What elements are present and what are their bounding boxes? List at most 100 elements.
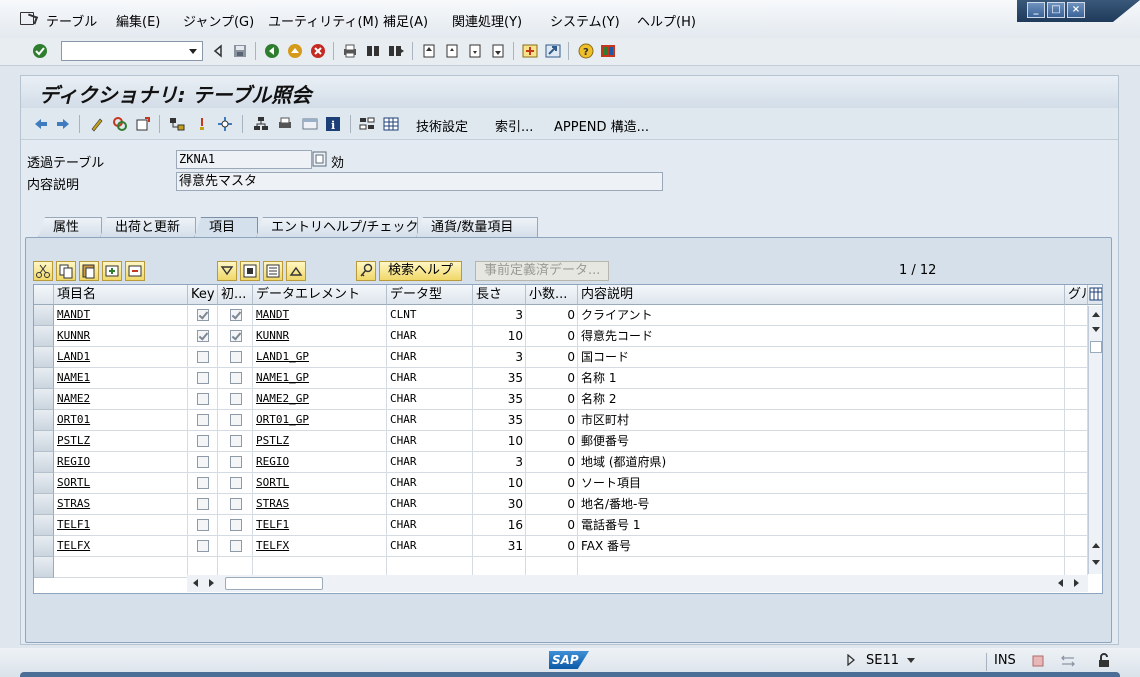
description-field[interactable]: 得意先マスタ bbox=[176, 172, 663, 191]
table-row[interactable]: TELF1 TELF1 CHAR 16 0 電話番号 1 bbox=[34, 515, 1088, 536]
enter-icon[interactable] bbox=[32, 43, 48, 59]
menu-item-environment[interactable]: 関連処理(Y) bbox=[452, 11, 522, 30]
back-icon[interactable] bbox=[264, 43, 280, 59]
row-selector[interactable] bbox=[34, 557, 54, 578]
table-icon[interactable] bbox=[383, 116, 399, 132]
horizontal-scrollbar[interactable] bbox=[187, 575, 1088, 592]
copy-icon[interactable] bbox=[312, 151, 327, 167]
menu-item-edit[interactable]: 編集(E) bbox=[116, 11, 160, 30]
expand-icon[interactable] bbox=[286, 261, 306, 281]
shortcut-icon[interactable] bbox=[545, 43, 561, 59]
window-icon[interactable] bbox=[302, 116, 318, 132]
cell-data-element[interactable]: TELF1 bbox=[253, 515, 387, 536]
lock-icon[interactable] bbox=[1096, 652, 1112, 668]
key-checkbox[interactable] bbox=[197, 435, 209, 447]
column-header-group[interactable]: グル bbox=[1065, 285, 1088, 305]
tab-currency-quantity[interactable]: 通貨/数量項目 bbox=[416, 217, 538, 238]
prev-page-icon[interactable] bbox=[444, 43, 460, 59]
insert-row-icon[interactable] bbox=[102, 261, 122, 281]
close-icon[interactable]: × bbox=[1067, 2, 1085, 18]
search-help-button[interactable]: 検索ヘルプ bbox=[379, 261, 463, 281]
cell-data-element[interactable]: PSTLZ bbox=[253, 431, 387, 452]
find-icon[interactable] bbox=[365, 43, 381, 59]
cell-data-element[interactable]: SORTL bbox=[253, 473, 387, 494]
menu-item-extras[interactable]: 補足(A) bbox=[383, 11, 428, 30]
table-row[interactable]: REGIO REGIO CHAR 3 0 地域 (都道府県) bbox=[34, 452, 1088, 473]
info-icon[interactable]: i bbox=[325, 116, 341, 132]
cell-field-name[interactable]: ORT01 bbox=[54, 410, 188, 431]
key-checkbox[interactable] bbox=[197, 330, 209, 342]
triangle-left-icon[interactable] bbox=[210, 43, 226, 59]
initial-checkbox[interactable] bbox=[230, 540, 242, 552]
chevron-down-icon[interactable] bbox=[906, 657, 916, 665]
cell-field-name[interactable]: TELFX bbox=[54, 536, 188, 557]
initial-checkbox[interactable] bbox=[230, 351, 242, 363]
delete-row-icon[interactable] bbox=[125, 261, 145, 281]
cell-field-name[interactable]: NAME1 bbox=[54, 368, 188, 389]
cell-data-element[interactable]: NAME1_GP bbox=[253, 368, 387, 389]
scroll-down-icon[interactable] bbox=[1092, 560, 1100, 565]
initial-checkbox[interactable] bbox=[230, 372, 242, 384]
cell-field-name[interactable]: SORTL bbox=[54, 473, 188, 494]
cell-data-element[interactable]: KUNNR bbox=[253, 326, 387, 347]
key-checkbox[interactable] bbox=[197, 309, 209, 321]
cell-field-name[interactable]: PSTLZ bbox=[54, 431, 188, 452]
initial-checkbox[interactable] bbox=[230, 498, 242, 510]
menu-exit-icon[interactable] bbox=[20, 12, 34, 25]
menu-item-system[interactable]: システム(Y) bbox=[550, 11, 620, 30]
row-selector[interactable] bbox=[34, 347, 54, 368]
connection-icon[interactable] bbox=[1060, 653, 1076, 669]
scroll-up-icon[interactable] bbox=[1092, 543, 1100, 548]
scroll-right-icon[interactable] bbox=[209, 579, 214, 587]
scroll-thumb[interactable] bbox=[1090, 341, 1102, 353]
last-page-icon[interactable] bbox=[490, 43, 506, 59]
arrow-right-icon[interactable] bbox=[55, 116, 71, 132]
cell-field-name[interactable]: REGIO bbox=[54, 452, 188, 473]
row-selector[interactable] bbox=[34, 368, 54, 389]
cell-field-name[interactable]: TELF1 bbox=[54, 515, 188, 536]
cell-field-name[interactable] bbox=[54, 557, 188, 578]
initial-checkbox[interactable] bbox=[230, 456, 242, 468]
command-field[interactable] bbox=[61, 41, 203, 61]
cell-data-element[interactable]: TELFX bbox=[253, 536, 387, 557]
scroll-right-icon[interactable] bbox=[1074, 579, 1079, 587]
table-row[interactable]: PSTLZ PSTLZ CHAR 10 0 郵便番号 bbox=[34, 431, 1088, 452]
row-selector[interactable] bbox=[34, 431, 54, 452]
index-button[interactable]: 索引... bbox=[495, 116, 533, 135]
cell-data-element[interactable]: NAME2_GP bbox=[253, 389, 387, 410]
layout-icon[interactable] bbox=[600, 43, 616, 59]
collapse-icon[interactable] bbox=[217, 261, 237, 281]
key-checkbox[interactable] bbox=[197, 414, 209, 426]
table-row[interactable]: NAME1 NAME1_GP CHAR 35 0 名称 1 bbox=[34, 368, 1088, 389]
table-row[interactable]: MANDT MANDT CLNT 3 0 クライアント bbox=[34, 305, 1088, 326]
table-row[interactable]: ORT01 ORT01_GP CHAR 35 0 市区町村 bbox=[34, 410, 1088, 431]
select-all-corner[interactable] bbox=[34, 285, 54, 305]
minimize-icon[interactable]: _ bbox=[1027, 2, 1045, 18]
cell-data-element[interactable]: STRAS bbox=[253, 494, 387, 515]
key-checkbox[interactable] bbox=[197, 498, 209, 510]
initial-checkbox[interactable] bbox=[230, 309, 242, 321]
structure-icon[interactable] bbox=[359, 116, 375, 132]
help-icon[interactable]: ? bbox=[578, 43, 594, 59]
table-name-field[interactable]: ZKNA1 bbox=[176, 150, 312, 169]
column-settings-icon[interactable] bbox=[1088, 285, 1102, 305]
system-info-icon[interactable] bbox=[1030, 653, 1046, 669]
edit-icon[interactable] bbox=[89, 116, 105, 132]
cell-field-name[interactable]: LAND1 bbox=[54, 347, 188, 368]
copy-row-icon[interactable] bbox=[56, 261, 76, 281]
triangle-right-icon[interactable] bbox=[846, 654, 856, 666]
scroll-left-icon[interactable] bbox=[193, 579, 198, 587]
column-header-field[interactable]: 項目名 bbox=[54, 285, 188, 305]
menu-item-help[interactable]: ヘルプ(H) bbox=[637, 11, 696, 30]
key-checkbox[interactable] bbox=[197, 540, 209, 552]
table-row[interactable]: LAND1 LAND1_GP CHAR 3 0 国コード bbox=[34, 347, 1088, 368]
initial-checkbox[interactable] bbox=[230, 477, 242, 489]
arrow-left-icon[interactable] bbox=[33, 116, 49, 132]
cell-field-name[interactable]: STRAS bbox=[54, 494, 188, 515]
column-header-initial[interactable]: 初... bbox=[218, 285, 253, 305]
table-row[interactable]: SORTL SORTL CHAR 10 0 ソート項目 bbox=[34, 473, 1088, 494]
next-page-icon[interactable] bbox=[467, 43, 483, 59]
key-checkbox[interactable] bbox=[197, 393, 209, 405]
cell-data-element[interactable]: ORT01_GP bbox=[253, 410, 387, 431]
row-selector[interactable] bbox=[34, 326, 54, 347]
